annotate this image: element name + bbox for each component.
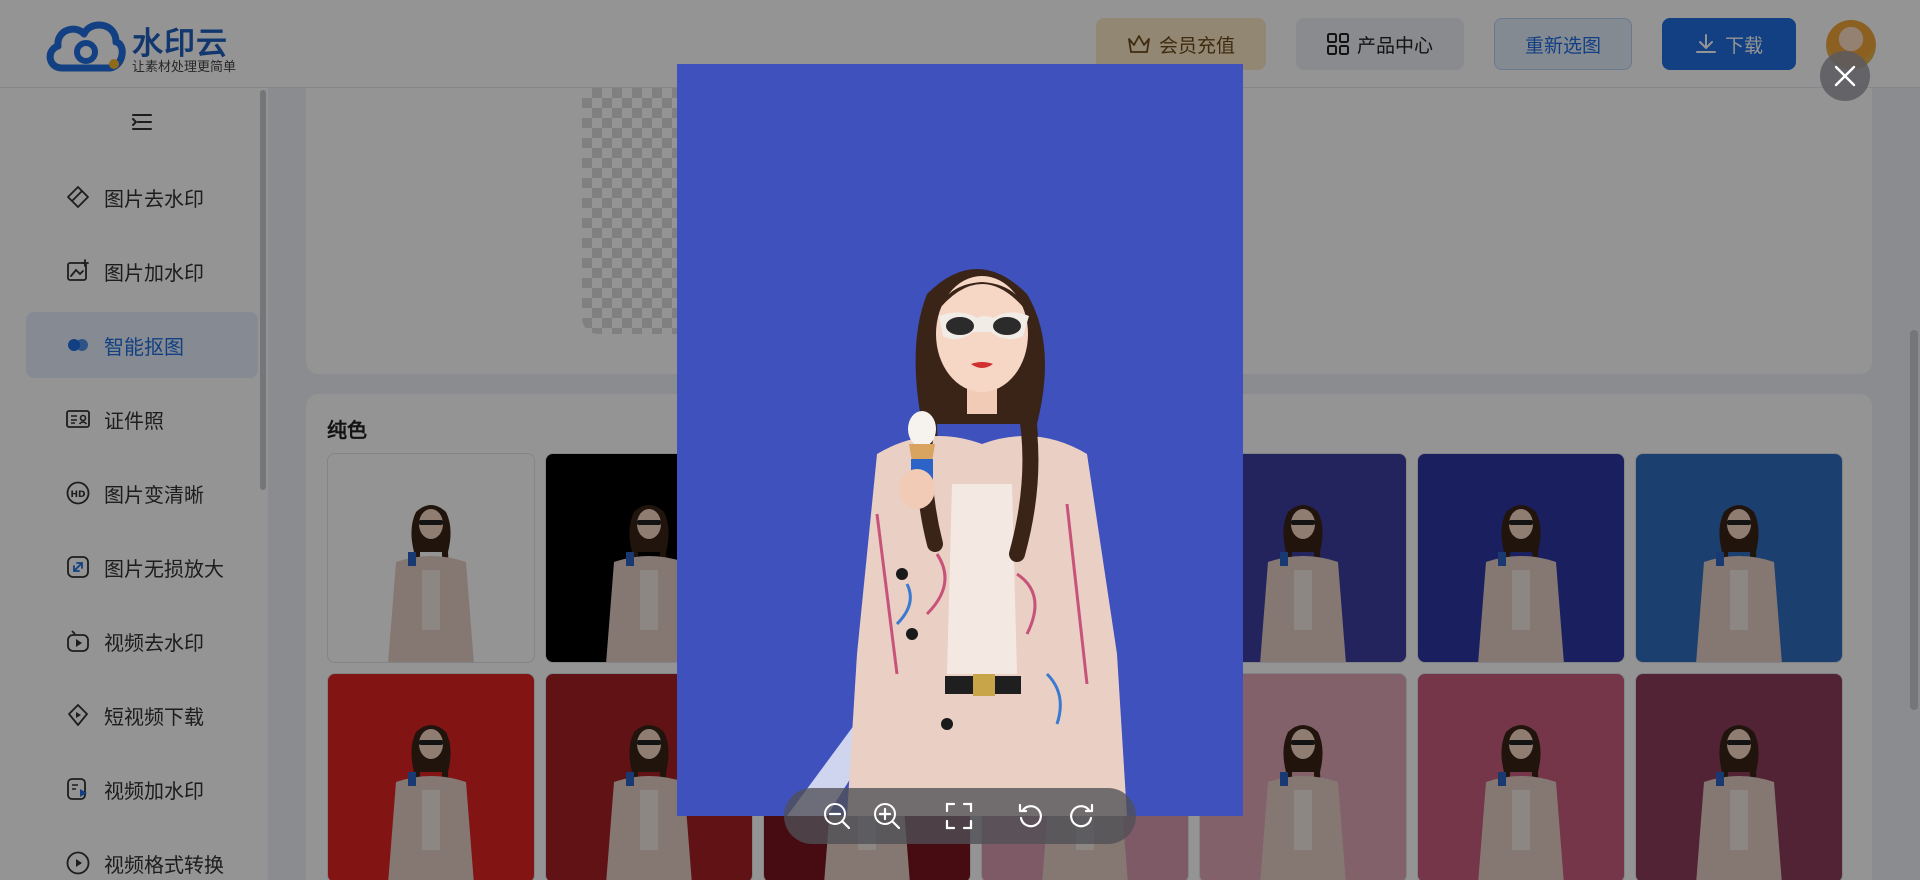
enlarged-preview-image [677,64,1243,816]
rotate-right-icon[interactable] [1066,801,1096,831]
zoom-in-icon[interactable] [872,801,902,831]
close-preview-button[interactable] [1820,51,1870,101]
fullscreen-icon[interactable] [944,801,974,831]
person-cutout [847,269,1127,816]
rotate-left-icon[interactable] [1016,801,1046,831]
zoom-out-icon[interactable] [822,801,852,831]
close-icon [1834,65,1856,87]
preview-toolbar [784,788,1136,844]
